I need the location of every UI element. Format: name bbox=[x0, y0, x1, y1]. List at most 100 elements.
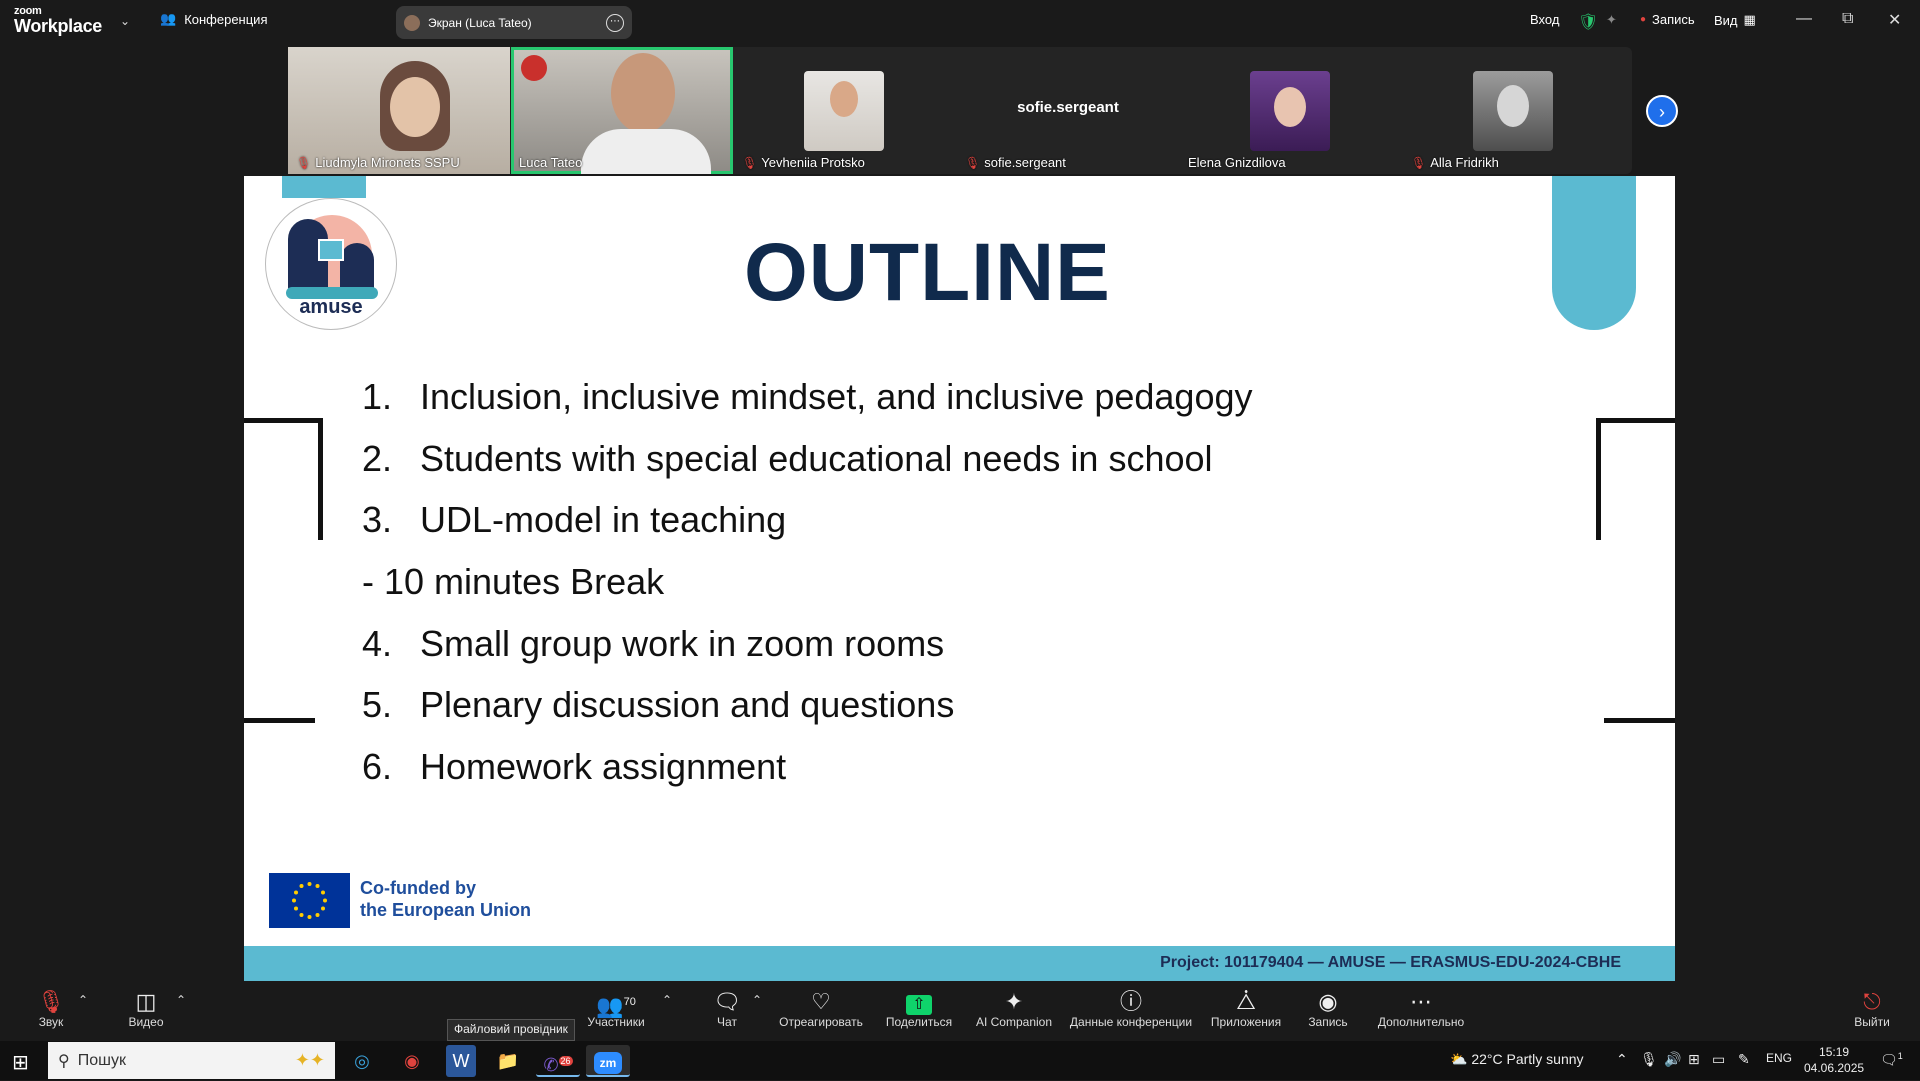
participant-name: Elena Gnizdilova bbox=[1188, 155, 1286, 170]
participant-username: sofie.sergeant bbox=[1017, 99, 1119, 116]
chat-icon: 🗨 bbox=[713, 989, 741, 1014]
record-label: Запись bbox=[1308, 1015, 1348, 1029]
meeting-button[interactable]: 👥 Конференция bbox=[160, 11, 267, 27]
participant-tile[interactable]: 🎙 Alla Fridrikh bbox=[1403, 47, 1625, 174]
signin-label: Вход bbox=[1530, 12, 1560, 27]
search-icon: ⚲ bbox=[58, 1052, 70, 1070]
view-button[interactable]: Вид ▦ bbox=[1714, 12, 1756, 28]
search-input[interactable]: ⚲ Пошук ✦✦ bbox=[48, 1042, 335, 1079]
windows-start-icon[interactable]: ⊞ bbox=[12, 1050, 29, 1075]
language-indicator[interactable]: ENG bbox=[1766, 1051, 1792, 1065]
participant-name: Luca Tateo bbox=[519, 155, 583, 170]
zoom-taskbar-icon[interactable]: zm bbox=[586, 1045, 630, 1077]
logo-text: amuse bbox=[299, 296, 363, 318]
chevron-up-icon[interactable]: ⌃ bbox=[176, 993, 186, 1007]
clock[interactable]: 15:19 04.06.2025 bbox=[1804, 1044, 1864, 1076]
video-label: Видео bbox=[128, 1015, 164, 1029]
eu-line-1: Co-funded by bbox=[360, 878, 476, 898]
shared-slide: amuse OUTLINE 1. Inclusion, inclusive min… bbox=[244, 176, 1675, 981]
ai-label: AI Companion bbox=[975, 1015, 1053, 1029]
decor-bracket-left bbox=[244, 418, 323, 540]
more-button[interactable]: ⋯ Дополнительно bbox=[1376, 989, 1466, 1029]
participants-label: Участники bbox=[587, 1015, 645, 1029]
share-label: Поделиться bbox=[885, 1015, 953, 1029]
list-item: 4. Small group work in zoom rooms bbox=[362, 622, 945, 664]
chevron-down-icon[interactable]: ⌄ bbox=[120, 14, 130, 28]
ai-companion-button[interactable]: ✦ AI Companion bbox=[974, 989, 1054, 1029]
chevron-up-icon[interactable]: ⌃ bbox=[752, 993, 762, 1007]
signin-button[interactable]: Вход bbox=[1530, 12, 1559, 27]
chat-button[interactable]: 🗨 Чат bbox=[712, 989, 742, 1029]
edge-icon[interactable]: ◎ bbox=[340, 1045, 384, 1077]
network-icon[interactable]: ⊞ bbox=[1688, 1051, 1700, 1068]
participant-name: 🎙 Yevheniia Protsko bbox=[742, 155, 865, 170]
record-button[interactable]: ◉ Запись bbox=[1306, 989, 1350, 1029]
mic-muted-icon: 🎙 bbox=[296, 155, 312, 170]
participant-tile[interactable]: Elena Gnizdilova bbox=[1180, 47, 1402, 174]
participant-tile[interactable]: sofie.sergeant 🎙 sofie.sergeant bbox=[957, 47, 1179, 174]
participant-tile[interactable]: 🎙 Yevheniia Protsko bbox=[734, 47, 956, 174]
brand-big: Workplace bbox=[14, 16, 103, 36]
participant-tile[interactable]: Luca Tateo bbox=[511, 47, 733, 174]
sparkle-icon: ✦✦ bbox=[294, 1050, 325, 1070]
microphone-icon[interactable]: 🎙 bbox=[1640, 1051, 1658, 1068]
record-dot-icon: ● bbox=[1640, 14, 1647, 25]
chrome-icon[interactable]: ◉ bbox=[390, 1045, 434, 1077]
minimize-icon[interactable]: — bbox=[1796, 10, 1812, 28]
restore-icon[interactable]: ⧉ bbox=[1842, 10, 1853, 28]
leave-icon: ⎋ bbox=[1863, 989, 1881, 1014]
security-shield-icon[interactable]: 🛡 bbox=[1578, 12, 1598, 32]
chevron-up-icon[interactable]: ⌃ bbox=[1616, 1051, 1628, 1068]
more-icon[interactable]: ⋯ bbox=[606, 13, 624, 32]
word-icon[interactable]: W bbox=[446, 1045, 476, 1077]
chevron-up-icon[interactable]: ⌃ bbox=[662, 993, 672, 1007]
weather-widget[interactable]: ⛅ 22°C Partly sunny bbox=[1450, 1051, 1584, 1068]
audio-label: Звук bbox=[38, 1015, 64, 1029]
leave-button[interactable]: ⎋ Выйти bbox=[1852, 989, 1892, 1029]
title-bar: zoom Workplace ⌄ 👥 Конференция Экран (Lu… bbox=[0, 0, 1920, 44]
decor-dash-right bbox=[1604, 718, 1675, 723]
date: 04.06.2025 bbox=[1804, 1061, 1865, 1075]
slide-title: OUTLINE bbox=[744, 227, 1111, 318]
people-icon: 👥 bbox=[160, 11, 177, 26]
volume-icon[interactable]: 🔊 bbox=[1664, 1051, 1681, 1068]
camera-icon: ◫ bbox=[135, 989, 157, 1014]
share-screen-icon: ⇧ bbox=[884, 989, 954, 1015]
apps-button[interactable]: ⧊ Приложения bbox=[1206, 989, 1286, 1029]
next-page-icon[interactable]: › bbox=[1646, 95, 1678, 127]
eu-flag-icon bbox=[269, 873, 350, 928]
screen-share-indicator[interactable]: Экран (Luca Tateo) ⋯ bbox=[396, 6, 632, 39]
audio-button[interactable]: 🎙 Звук bbox=[36, 989, 66, 1029]
apps-icon: ⧊ bbox=[1236, 989, 1256, 1014]
meeting-info-button[interactable]: ⓘ Данные конференции bbox=[1068, 989, 1194, 1029]
participant-tile[interactable]: 🎙 Liudmyla Mironets SSPU bbox=[288, 47, 510, 174]
react-label: Отреагировать bbox=[779, 1015, 863, 1029]
more-label: Дополнительно bbox=[1377, 1015, 1465, 1029]
share-button[interactable]: ⇧ Поделиться bbox=[884, 989, 954, 1029]
notifications-icon[interactable]: 🗨1 bbox=[1880, 1051, 1903, 1069]
display-icon[interactable]: ▭ bbox=[1712, 1051, 1725, 1068]
mic-muted-icon: 🎙 bbox=[965, 155, 981, 170]
mic-muted-icon: 🎙 bbox=[37, 989, 65, 1014]
decor-tab-right bbox=[1552, 176, 1636, 330]
list-item: 6. Homework assignment bbox=[362, 745, 787, 787]
viber-icon[interactable]: ✆ 26 bbox=[536, 1045, 580, 1077]
chevron-up-icon[interactable]: ⌃ bbox=[78, 993, 88, 1007]
meeting-label: Конференция bbox=[184, 11, 268, 27]
participant-strip: 🎙 Liudmyla Mironets SSPU Luca Tateo 🎙 Yevh… bbox=[288, 47, 1632, 174]
close-icon[interactable]: ✕ bbox=[1888, 10, 1901, 30]
decor-dash-left bbox=[244, 718, 315, 723]
sparkle-icon: ✦ bbox=[1004, 989, 1024, 1014]
video-button[interactable]: ◫ Видео bbox=[126, 989, 166, 1029]
file-explorer-icon[interactable]: 📁 bbox=[486, 1045, 530, 1077]
participant-name: 🎙 Alla Fridrikh bbox=[1411, 155, 1499, 170]
eu-cofunded-text: Co-funded by the European Union bbox=[360, 877, 531, 921]
pen-icon[interactable]: ✎ bbox=[1738, 1051, 1750, 1068]
list-item: 1. Inclusion, inclusive mindset, and incl… bbox=[362, 375, 1253, 417]
participants-icon: 👥70 bbox=[596, 993, 636, 1019]
react-button[interactable]: ♡ Отреагировать bbox=[776, 989, 866, 1029]
amuse-logo: amuse bbox=[265, 198, 397, 330]
sparkle-icon[interactable]: ✦ bbox=[1606, 12, 1617, 28]
participants-button[interactable]: 👥70 Участники bbox=[584, 989, 648, 1029]
recording-indicator[interactable]: ● Запись bbox=[1640, 12, 1695, 27]
